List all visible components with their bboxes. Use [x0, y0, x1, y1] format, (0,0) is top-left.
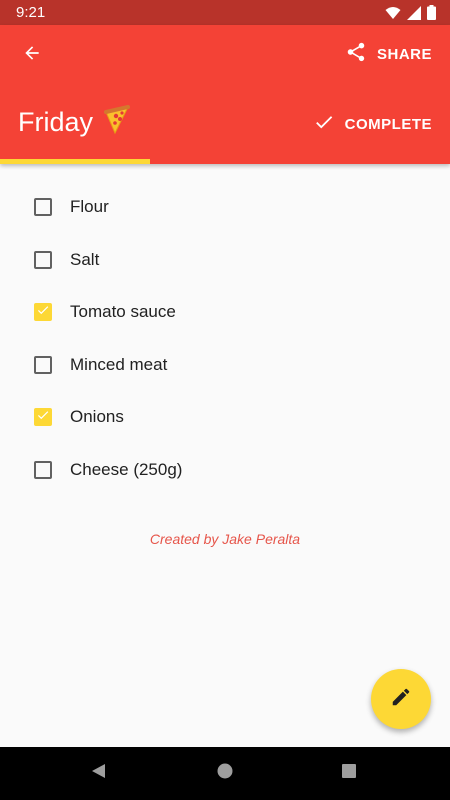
share-label: SHARE	[376, 45, 432, 63]
page-title: Friday	[18, 107, 94, 137]
list-item-label: Salt	[70, 249, 100, 269]
list-item[interactable]: Cheese (250g)	[0, 444, 450, 497]
progress-bar-fill	[0, 159, 150, 164]
status-bar: 9:21	[0, 0, 450, 25]
check-mark-icon	[36, 408, 50, 427]
complete-button[interactable]: COMPLETE	[313, 111, 432, 138]
checkbox[interactable]	[34, 355, 52, 374]
ingredient-list: Flour Salt Tomato sauce Minced meat Onio…	[0, 181, 450, 496]
share-icon	[345, 41, 367, 68]
nav-back-button[interactable]	[89, 763, 109, 783]
status-icons	[385, 5, 436, 20]
list-item-label: Cheese (250g)	[70, 459, 183, 479]
back-button[interactable]	[18, 41, 46, 69]
progress-bar	[0, 159, 450, 164]
status-time: 9:21	[16, 4, 46, 21]
pizza-emoji-icon	[103, 105, 133, 140]
list-item-label: Onions	[70, 407, 124, 427]
edit-fab-button[interactable]	[371, 669, 431, 729]
list-item[interactable]: Minced meat	[0, 339, 450, 392]
checkbox[interactable]	[34, 250, 52, 269]
app-bar: SHARE Friday COMPLETE	[0, 25, 450, 164]
list-item-label: Minced meat	[70, 354, 168, 374]
signal-icon	[407, 5, 421, 20]
check-icon	[313, 111, 335, 138]
nav-back-icon	[90, 762, 108, 785]
list-item[interactable]: Salt	[0, 234, 450, 287]
edit-pencil-icon	[390, 686, 412, 713]
checkbox[interactable]	[34, 303, 52, 322]
created-by-credit: Created by Jake Peralta	[149, 531, 301, 547]
list-item[interactable]: Onions	[0, 391, 450, 444]
nav-recents-button[interactable]	[339, 763, 359, 783]
check-mark-icon	[36, 303, 50, 322]
wifi-icon	[385, 6, 401, 20]
share-button[interactable]: SHARE	[345, 39, 432, 69]
checkbox[interactable]	[34, 198, 52, 217]
list-item[interactable]: Tomato sauce	[0, 286, 450, 339]
complete-label: COMPLETE	[344, 116, 432, 133]
title-row: Friday	[18, 105, 133, 140]
system-nav-bar	[0, 747, 450, 800]
battery-icon	[427, 5, 436, 20]
list-item[interactable]: Flour	[0, 181, 450, 234]
nav-home-button[interactable]	[215, 763, 235, 783]
nav-home-icon	[216, 762, 234, 785]
arrow-back-icon	[22, 43, 42, 68]
checkbox[interactable]	[34, 408, 52, 427]
list-item-label: Tomato sauce	[70, 302, 176, 322]
list-item-label: Flour	[70, 197, 109, 217]
checkbox[interactable]	[34, 460, 52, 479]
nav-recents-icon	[340, 762, 358, 785]
